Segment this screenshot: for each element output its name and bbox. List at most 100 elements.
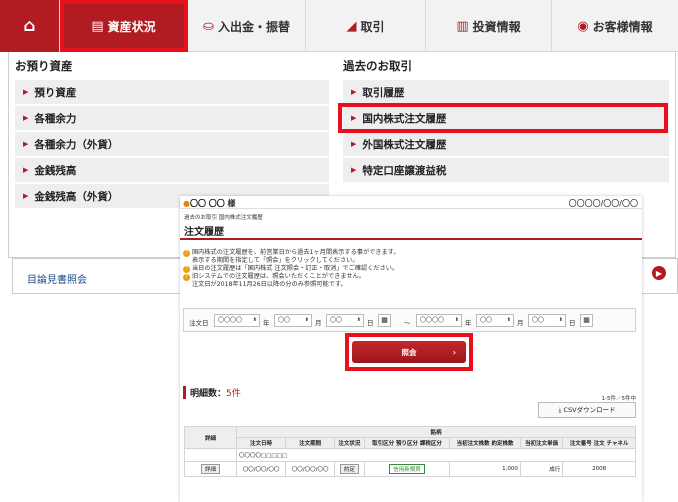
table-row: 〇〇〇〇□□□□□ — [184, 448, 636, 462]
table-header-row: 注文日時 注文期間 注文状況 取引区分 預り区分 課税区分 当初注文株数 約定株… — [185, 437, 636, 449]
to-year-value: 〇〇〇〇 — [420, 317, 445, 324]
menu-item-capital-gains-tax[interactable]: ▶ 特定口座譲渡益税 — [343, 158, 669, 183]
arrow-icon: ▶ — [23, 192, 29, 200]
to-month-value: 〇〇 — [480, 317, 493, 324]
updown-icon: ⬍ — [506, 317, 511, 323]
brand-cell: 〇〇〇〇□□□□□ — [236, 448, 636, 462]
menu-item-label: 金銭残高（外貨） — [34, 190, 119, 203]
calendar-icon[interactable]: ▦ — [378, 314, 391, 327]
table-cell: 信用新規買 — [363, 461, 451, 477]
arrow-icon: ▶ — [351, 88, 357, 96]
menu-item-label: 取引履歴 — [362, 86, 405, 99]
from-day-select[interactable]: 〇〇 ⬍ — [326, 314, 364, 327]
detail-button[interactable]: 詳細 — [200, 464, 220, 474]
col-initial-qty: 当初注文株数 約定株数 — [449, 437, 521, 449]
nav-customer-label: お客様情報 — [592, 19, 653, 34]
arrow-icon: ▶ — [351, 114, 357, 122]
arrow-icon: ▶ — [23, 140, 29, 148]
refer-button-label: 照会 — [401, 347, 417, 357]
to-day-value: 〇〇 — [532, 317, 545, 324]
panel-header: 過去のお取引 国内株式注文履歴 注文履歴 — [180, 208, 642, 240]
chart-icon: ▥ — [456, 18, 469, 34]
menu-item-margin[interactable]: ▶ 各種余力 — [15, 106, 329, 131]
to-month-select[interactable]: 〇〇 ⬍ — [476, 314, 514, 327]
user-dot-icon: ● — [183, 199, 190, 208]
menu-item-label: 預り資産 — [34, 86, 77, 99]
count-value: 5件 — [226, 389, 241, 399]
menu-item-margin-fx[interactable]: ▶ 各種余力（外貨） — [15, 132, 329, 157]
menu-right-heading: 過去のお取引 — [343, 59, 412, 73]
menu-item-label: 外国株式注文履歴 — [362, 138, 447, 151]
col-period: 注文期間 — [285, 437, 336, 449]
year-label: 年 — [465, 319, 472, 327]
nav-assets[interactable]: ▤ 資産状況 — [60, 0, 188, 52]
order-history-panel: ●〇〇 〇〇 様 〇〇〇〇/〇〇/〇〇 過去のお取引 国内株式注文履歴 注文履歴… — [180, 196, 642, 502]
range-tilde: ～ — [404, 319, 411, 327]
menu-item-label: 各種余力 — [34, 112, 77, 125]
to-year-select[interactable]: 〇〇〇〇 ⬍ — [416, 314, 462, 327]
from-year-value: 〇〇〇〇 — [218, 317, 243, 324]
menu-item-label: 金銭残高 — [34, 164, 77, 177]
menu-item-foreign-order-history[interactable]: ▶ 外国株式注文履歴 — [343, 132, 669, 157]
chevron-right-icon[interactable]: ▶ — [652, 266, 666, 280]
from-day-value: 〇〇 — [330, 317, 343, 324]
month-label: 月 — [315, 319, 322, 327]
menu-item-domestic-order-history[interactable]: ▶ 国内株式注文履歴 — [343, 106, 669, 131]
order-date-cell: 〇〇/〇〇/〇〇 — [235, 461, 287, 477]
to-day-select[interactable]: 〇〇 ⬍ — [528, 314, 566, 327]
asset-icon: ▤ — [91, 18, 104, 34]
table-header-row: 詳細 銘柄 — [184, 426, 636, 449]
global-nav: ⌂ ▤ 資産状況 ⛀ 入出金・振替 ◢ 取引 ▥ 投資情報 ◉ お客様情報 — [0, 0, 678, 52]
chevron-right-icon: › — [452, 347, 456, 357]
home-icon: ⌂ — [23, 16, 36, 36]
status-badge: 約定 — [339, 464, 359, 474]
page: ⌂ ▤ 資産状況 ⛀ 入出金・振替 ◢ 取引 ▥ 投資情報 ◉ お客様情報 お預… — [0, 0, 678, 502]
arrow-icon: ▶ — [23, 114, 29, 122]
from-month-value: 〇〇 — [278, 317, 291, 324]
updown-icon: ⬍ — [558, 317, 563, 323]
count-label: 明細数： — [190, 389, 227, 399]
menu-item-cash[interactable]: ▶ 金銭残高 — [15, 158, 329, 183]
order-history-table: 詳細 銘柄 注文日時 注文期間 注文状況 取引区分 預り区分 課税区分 当初注文… — [184, 426, 636, 477]
note-3b: 注文日が2018年11月26日以降の分のみ参照可能です。 — [192, 281, 347, 288]
nav-customer[interactable]: ◉ お客様情報 — [552, 0, 678, 52]
trade-icon: ◢ — [346, 18, 357, 34]
updown-icon: ⬍ — [252, 317, 257, 323]
csv-download-button[interactable]: ⤓ CSVダウンロード — [538, 402, 636, 418]
col-order-no: 注文番号 注文 チャネル — [562, 437, 636, 449]
user-name-text: 〇〇 〇〇 様 — [189, 199, 236, 208]
menu-item-trade-history[interactable]: ▶ 取引履歴 — [343, 80, 669, 105]
paging-info: 1-5件／5件中 — [601, 396, 636, 402]
year-label: 年 — [263, 319, 270, 327]
col-trade-type: 取引区分 預り区分 課税区分 — [363, 437, 451, 449]
qty-cell: 1,000 — [449, 461, 521, 477]
menu-item-label: 国内株式注文履歴 — [362, 112, 447, 125]
deposit-icon: ⛀ — [203, 18, 214, 34]
from-year-select[interactable]: 〇〇〇〇 ⬍ — [214, 314, 260, 327]
prospectus-link[interactable]: 目論見書照会 — [27, 271, 87, 286]
order-date-label: 注文日 — [189, 319, 209, 327]
menu-item-deposit-assets[interactable]: ▶ 預り資産 — [15, 80, 329, 105]
user-icon: ◉ — [577, 18, 589, 34]
page-title: 注文履歴 — [184, 227, 224, 238]
nav-home[interactable]: ⌂ — [0, 0, 60, 52]
arrow-icon: ▶ — [23, 88, 29, 96]
calendar-icon[interactable]: ▦ — [580, 314, 593, 327]
nav-trade[interactable]: ◢ 取引 — [306, 0, 426, 52]
col-detail: 詳細 — [184, 426, 237, 449]
from-month-select[interactable]: 〇〇 ⬍ — [274, 314, 312, 327]
nav-deposit[interactable]: ⛀ 入出金・振替 — [188, 0, 306, 52]
menu-left-heading: お預り資産 — [15, 59, 73, 73]
col-status: 注文状況 — [334, 437, 365, 449]
nav-info[interactable]: ▥ 投資情報 — [426, 0, 552, 52]
alert-icon: ! — [183, 250, 190, 257]
refer-button[interactable]: 照会 › — [352, 341, 466, 363]
day-label: 日 — [569, 319, 576, 327]
arrow-icon: ▶ — [351, 166, 357, 174]
month-label: 月 — [517, 319, 524, 327]
table-cell: 約定 — [334, 461, 365, 477]
trade-type-badge: 信用新規買 — [389, 464, 425, 474]
col-order-date: 注文日時 — [235, 437, 287, 449]
table-cell: 詳細 — [184, 461, 237, 477]
arrow-icon: ▶ — [23, 166, 29, 174]
